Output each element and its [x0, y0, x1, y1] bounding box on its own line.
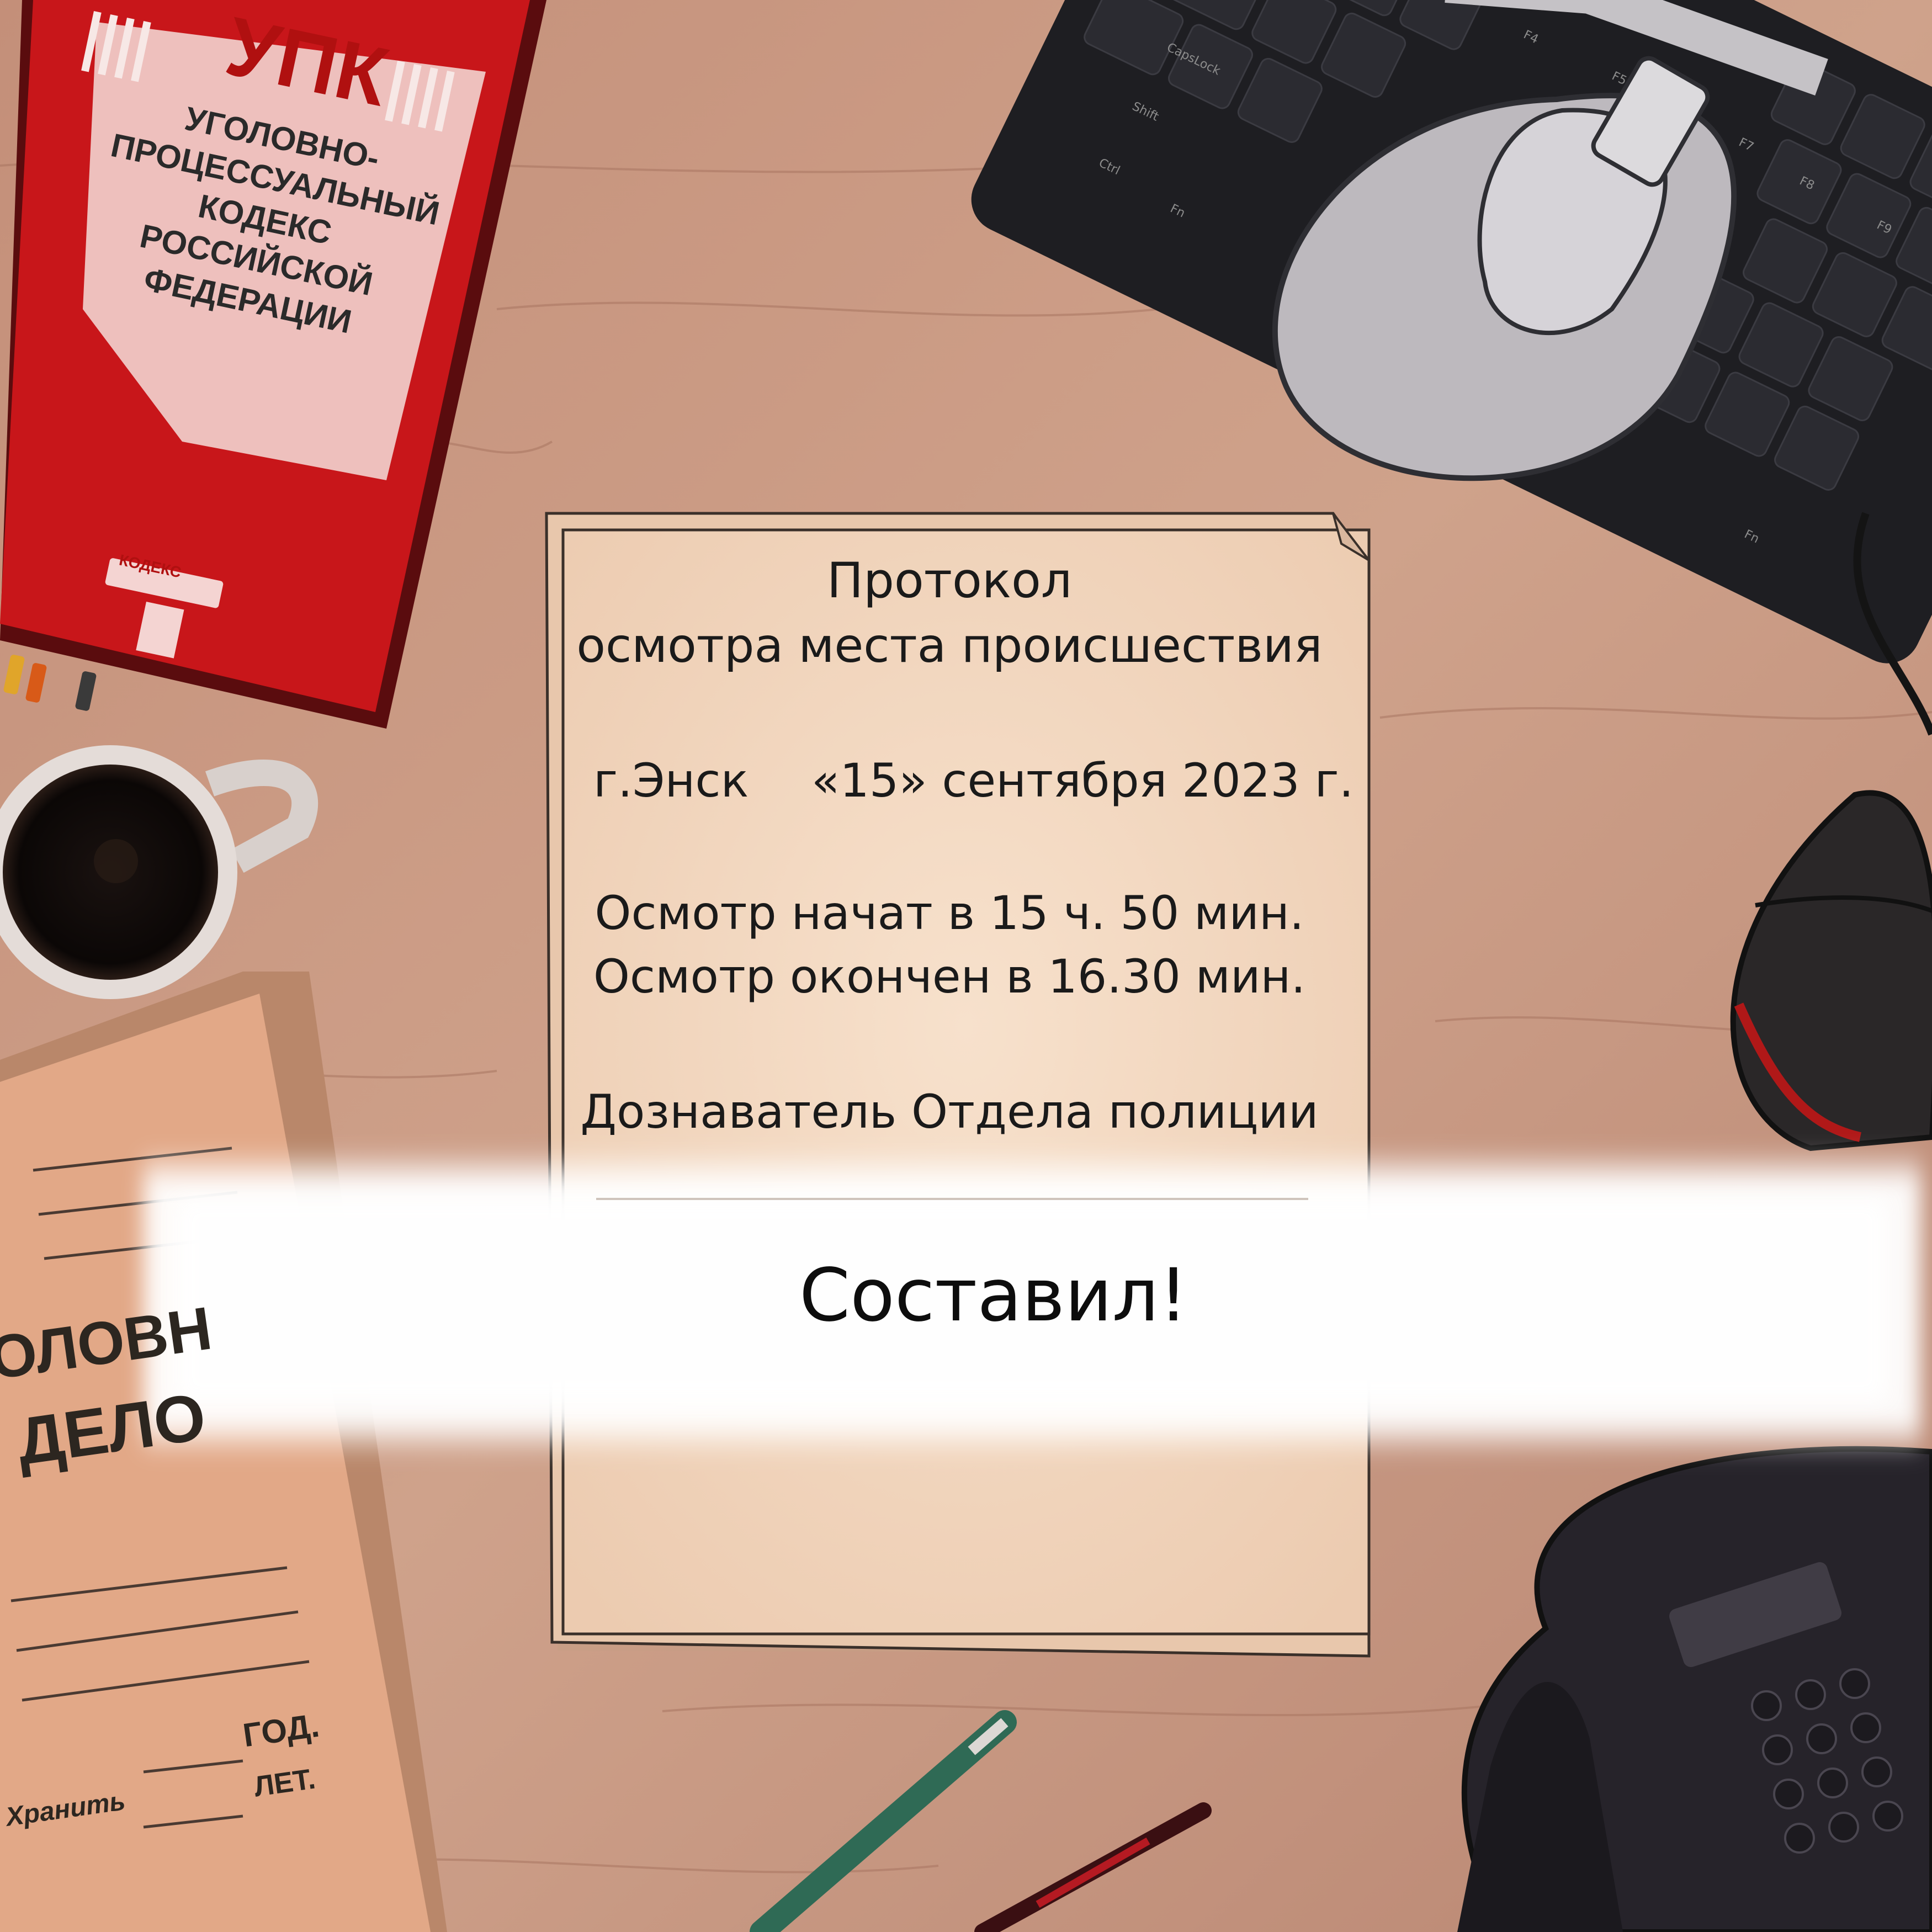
protocol-start-time: Осмотр начат в 15 ч. 50 мин.	[595, 886, 1304, 940]
protocol-subtitle: осмотра места происшествия	[576, 618, 1323, 673]
banner-caption: Составил!	[799, 1253, 1188, 1338]
protocol-title: Протокол	[826, 552, 1073, 609]
protocol-signature-line	[596, 1198, 1308, 1200]
protocol-end-time: Осмотр окончен в 16.30 мин.	[593, 949, 1306, 1004]
protocol-date: «15» сентября 2023 г.	[811, 753, 1354, 808]
protocol-investigator: Дознаватель Отдела полиции	[580, 1085, 1319, 1139]
protocol-city: г.Энск	[593, 753, 749, 808]
